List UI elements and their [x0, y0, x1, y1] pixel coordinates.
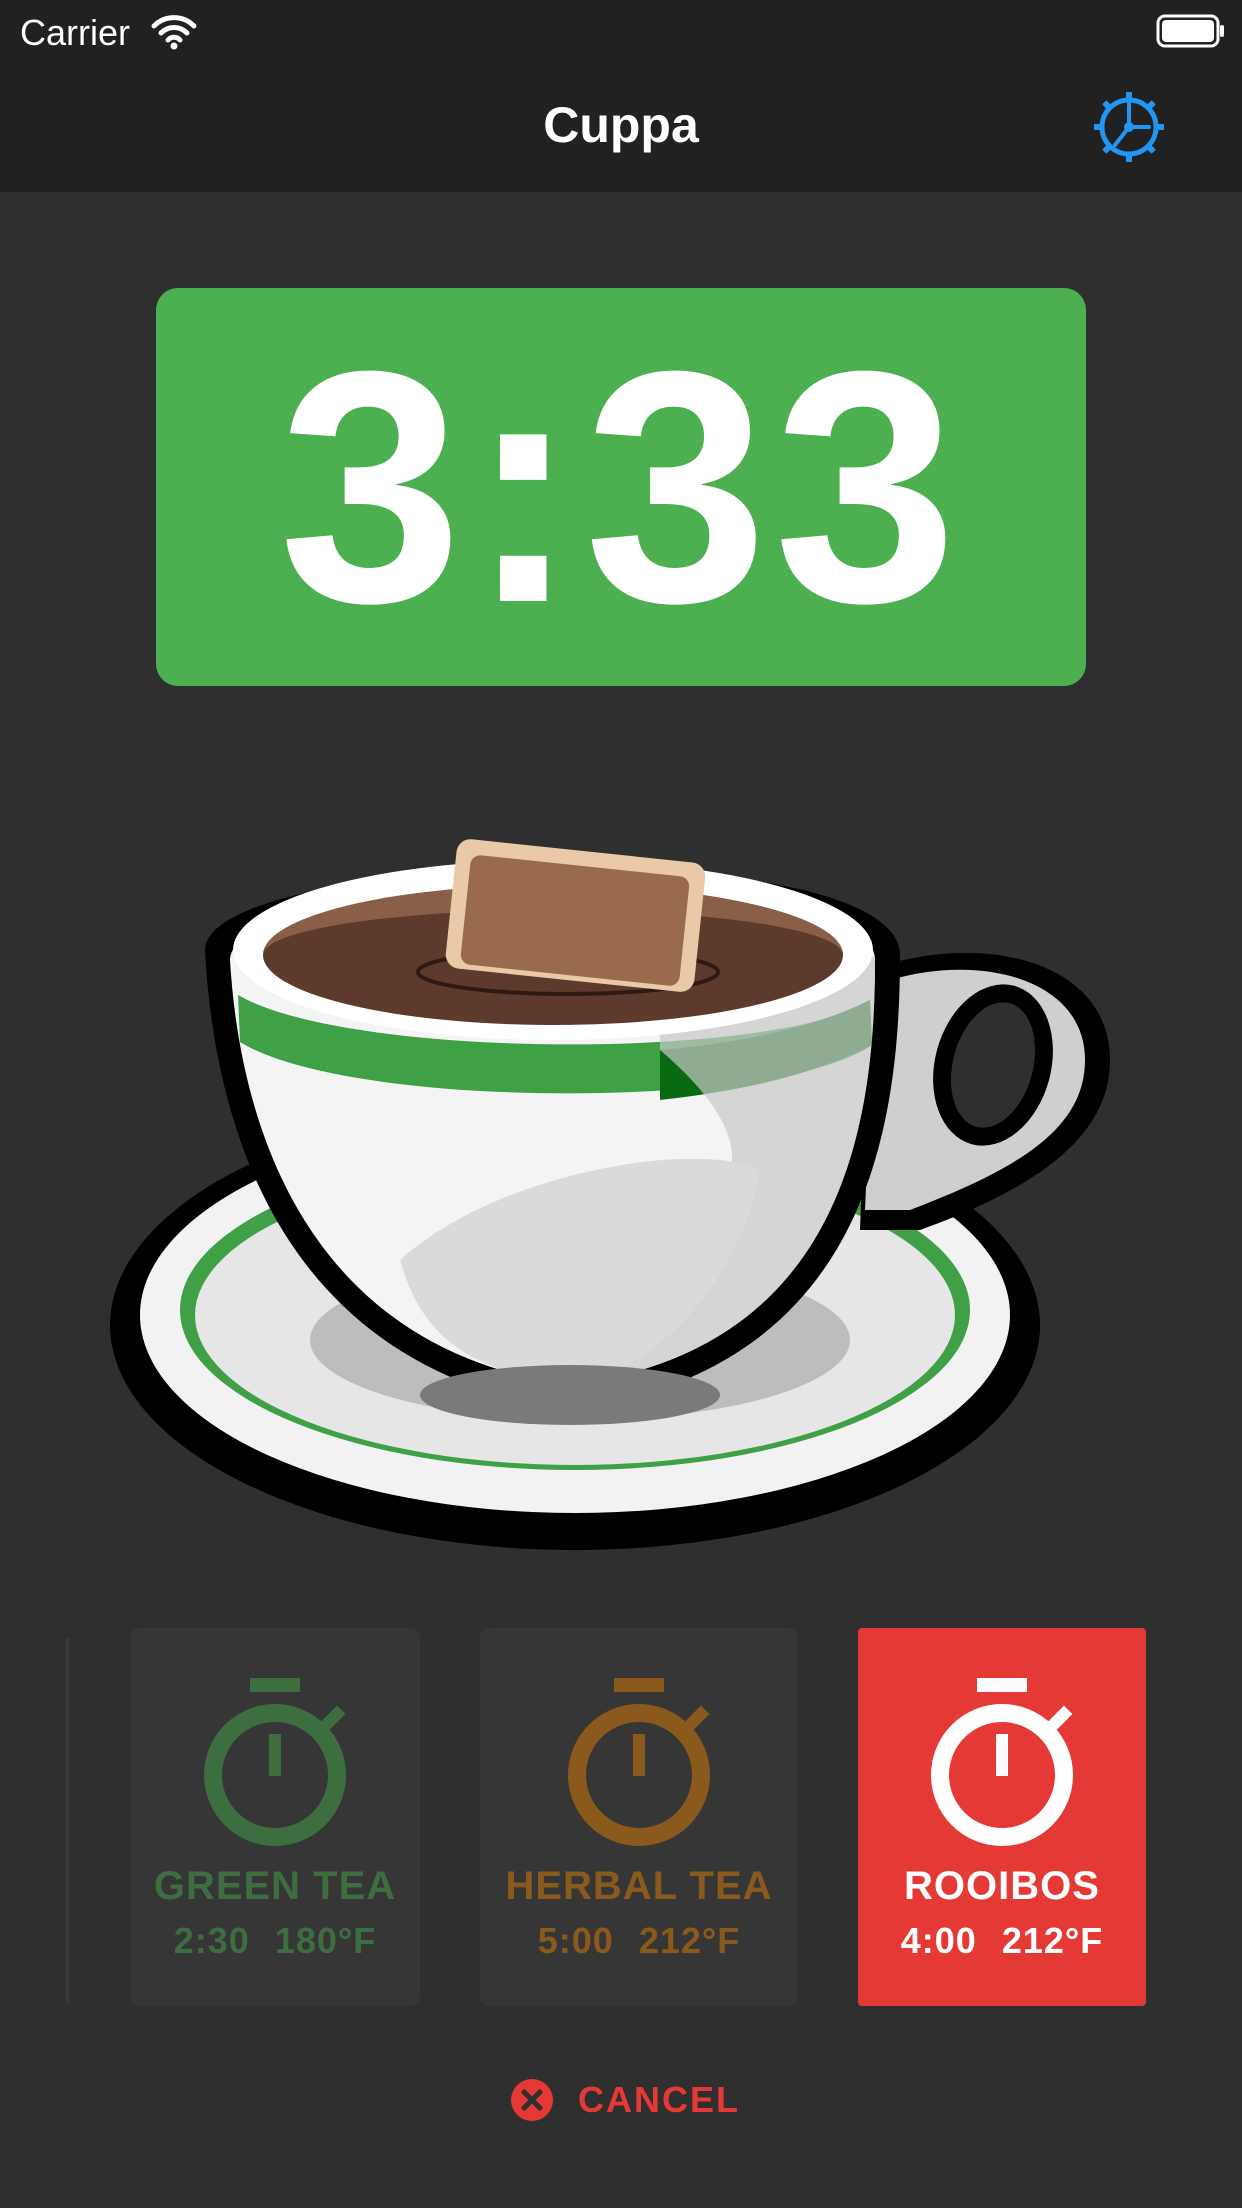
- tea-card-rooibos[interactable]: ROOIBOS 4:00 212°F: [858, 1628, 1146, 2006]
- settings-gear-icon[interactable]: [1092, 90, 1166, 164]
- tea-temp: 212°F: [1001, 1920, 1104, 1961]
- tea-name: ROOIBOS: [904, 1864, 1100, 1908]
- tea-name: HERBAL TEA: [505, 1864, 773, 1908]
- tea-time: 2:30: [173, 1920, 250, 1961]
- tea-info: 2:30 180°F: [130, 1920, 420, 1962]
- tea-temp: 180°F: [274, 1920, 377, 1961]
- teacup-illustration: [110, 839, 1110, 1550]
- tea-name: GREEN TEA: [153, 1864, 397, 1908]
- cancel-label: CANCEL: [578, 2079, 740, 2120]
- tea-card-herbal-tea[interactable]: HERBAL TEA 5:00 212°F: [480, 1628, 798, 2006]
- battery-icon: [1156, 14, 1224, 48]
- stopwatch-icon: [568, 1678, 710, 1846]
- wifi-icon: [151, 15, 197, 50]
- tea-temp: 212°F: [638, 1920, 741, 1961]
- close-circle-icon: [511, 2079, 553, 2121]
- tea-time: 5:00: [537, 1920, 614, 1961]
- list-edge-divider: [66, 1638, 69, 2003]
- status-bar: Carrier: [0, 0, 1242, 62]
- stopwatch-icon: [931, 1678, 1073, 1846]
- stopwatch-icon: [204, 1678, 346, 1846]
- tea-info: 4:00 212°F: [858, 1920, 1146, 1962]
- cancel-button[interactable]: CANCEL: [510, 2072, 740, 2128]
- tea-card-green-tea[interactable]: GREEN TEA 2:30 180°F: [130, 1628, 420, 2006]
- carrier-label: Carrier: [20, 12, 131, 53]
- nav-bar: Cuppa: [0, 62, 1242, 192]
- page-title: Cuppa: [543, 97, 699, 153]
- tea-list[interactable]: GREEN TEA 2:30 180°F HERBAL TEA 5:00 212…: [0, 1628, 1242, 2008]
- timer-remaining: 3:33: [278, 302, 964, 671]
- timer-display: 3:33: [156, 288, 1086, 686]
- tea-time: 4:00: [900, 1920, 977, 1961]
- tea-info: 5:00 212°F: [480, 1920, 798, 1962]
